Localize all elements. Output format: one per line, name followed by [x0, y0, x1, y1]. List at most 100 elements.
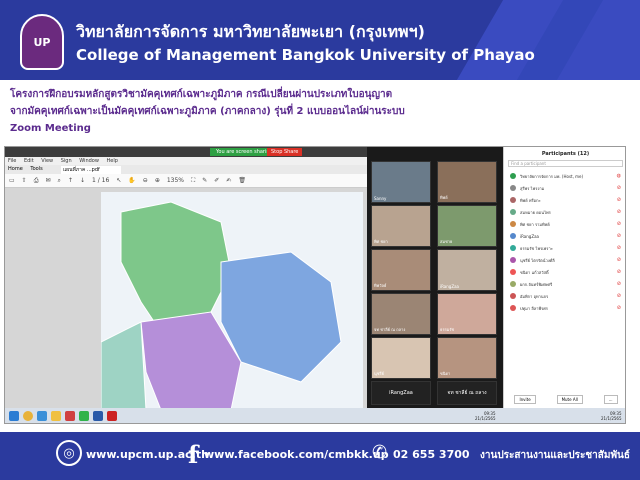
video-tile[interactable]: นุชรีย์ [371, 337, 431, 379]
facebook-link[interactable]: www.facebook.com/cmbkk.up [204, 448, 389, 461]
more-button[interactable]: ... [603, 395, 618, 404]
print-icon[interactable]: ⎙ [34, 177, 39, 185]
participant-item[interactable]: อัมพิกา อุทานจร ⊘ [504, 290, 625, 302]
zoom-out-icon[interactable]: ⊖ [143, 177, 148, 184]
chrome-icon[interactable] [23, 410, 33, 421]
menu-view[interactable]: View [41, 158, 53, 164]
participant-item[interactable]: ปทุมา ลีลาพีรศร ⊘ [504, 302, 625, 314]
video-tile[interactable]: ชนิดา [437, 337, 497, 379]
tab-tools[interactable]: Tools [30, 166, 42, 172]
pointer-icon[interactable]: ↖ [116, 177, 121, 184]
stop-share-button[interactable]: Stop Share [267, 148, 303, 156]
upload-icon[interactable]: ⇧ [22, 177, 27, 184]
word-icon[interactable] [93, 410, 103, 421]
video-namecard[interactable]: จท ชาลีย์ ณ ถลาง [437, 381, 497, 405]
participant-name: ปทุมา ลีลาพีรศร [520, 305, 548, 311]
university-logo: UP [20, 14, 64, 70]
sign-icon[interactable]: ✍ [226, 177, 231, 184]
line-icon[interactable] [79, 410, 89, 421]
participant-actions: Invite Mute All ... [504, 395, 625, 404]
video-name: iRangZaa [440, 284, 459, 289]
mic-muted-icon[interactable]: ⊘ [617, 305, 621, 311]
participant-item[interactable]: ทิพย์ หรือกะ ⊘ [504, 194, 625, 206]
participant-item[interactable]: นุชรีย์ ไตรรัตน์วงศ์ลี ⊘ [504, 254, 625, 266]
folder-icon[interactable] [51, 410, 61, 421]
participant-item[interactable]: สุรีพร ไพรงาม ⊘ [504, 182, 625, 194]
save-icon[interactable]: ▭ [9, 177, 15, 184]
mute-all-button[interactable]: Mute All [556, 395, 583, 404]
page-indicator[interactable]: 1 / 16 [92, 177, 109, 184]
page-down-icon[interactable]: ↓ [80, 177, 85, 184]
caption-line-1: โครงการฝึกอบรมหลักสูตรวิชามัคคุเทศก์เฉพา… [10, 89, 393, 100]
mic-muted-icon[interactable]: ⊘ [617, 233, 621, 239]
tab-home[interactable]: Home [8, 166, 23, 172]
comment-icon[interactable]: ✎ [202, 177, 207, 184]
menu-file[interactable]: File [8, 158, 16, 164]
delete-icon[interactable]: 🗑 [238, 177, 246, 184]
media-icon[interactable] [65, 410, 75, 421]
mic-muted-icon[interactable]: ⊘ [617, 209, 621, 215]
participant-item[interactable]: สมหมาย ดอนไพร ⊘ [504, 206, 625, 218]
mail-icon[interactable]: ✉ [46, 177, 51, 184]
mic-muted-icon[interactable]: ⊘ [617, 245, 621, 251]
video-tile[interactable]: ธรรมรัช [437, 293, 497, 335]
video-tile[interactable]: พิศ ชยา [371, 205, 431, 247]
video-tile[interactable]: iRangZaa [437, 249, 497, 291]
video-tile[interactable]: ทิพย์ [437, 161, 497, 203]
zoom-in-icon[interactable]: ⊕ [155, 177, 160, 184]
mic-muted-icon[interactable]: ⊘ [617, 257, 621, 263]
menu-window[interactable]: Window [79, 158, 99, 164]
participant-name: อัมพิกา อุทานจร [520, 293, 549, 299]
participant-item[interactable]: ธรรมรัช ไพรเพราะ ⊘ [504, 242, 625, 254]
map-page [101, 192, 363, 410]
video-name: ทิพวัลย์ [374, 283, 387, 288]
avatar [510, 293, 516, 299]
hand-icon[interactable]: ✋ [128, 177, 135, 184]
mic-muted-icon[interactable]: ⊘ [617, 221, 621, 227]
menu-edit[interactable]: Edit [24, 158, 34, 164]
avatar [510, 257, 516, 263]
taskbar-clock-left[interactable]: 09:35 21/1/2565 [475, 411, 496, 421]
participants-panel: Participants (12) Find a participant วิท… [503, 147, 625, 410]
avatar [510, 233, 516, 239]
participant-item[interactable]: iRangZaa ⊘ [504, 230, 625, 242]
participants-title: Participants (12) [541, 151, 590, 157]
video-tile[interactable]: Sanny [371, 161, 431, 203]
participant-name: ชนิดา แก้วสวัสดิ์ [520, 269, 549, 275]
mic-icon[interactable]: ◍ [617, 173, 621, 179]
mic-muted-icon[interactable]: ⊘ [617, 281, 621, 287]
page-up-icon[interactable]: ↑ [68, 177, 73, 184]
globe-icon: ◎ [56, 440, 82, 466]
thailand-central-map [101, 192, 363, 410]
video-name: ทิพย์ [440, 195, 448, 200]
pdf-viewer[interactable] [5, 188, 367, 410]
mic-muted-icon[interactable]: ⊘ [617, 293, 621, 299]
participant-item[interactable]: วิทยาลัยการจัดการ มพ. (Host, me) ◍ [504, 170, 625, 182]
menu-sign[interactable]: Sign [61, 158, 72, 164]
search-icon[interactable]: ⌕ [58, 177, 61, 185]
video-tile[interactable]: จท ชาลีย์ ณ ถลาง [371, 293, 431, 335]
video-namecard[interactable]: iRangZaa [371, 381, 431, 405]
avatar [510, 185, 516, 191]
menu-help[interactable]: Help [107, 158, 118, 164]
participant-name: วิทยาลัยการจัดการ มพ. (Host, me) [520, 173, 584, 179]
participant-item[interactable]: พิศ ชยา รามทิพย์ ⊘ [504, 218, 625, 230]
video-tile[interactable]: สมชาย [437, 205, 497, 247]
fit-page-icon[interactable]: ⛶ [191, 177, 195, 185]
participant-name: นุชรีย์ ไตรรัตน์วงศ์ลี [520, 257, 555, 263]
participant-search-input[interactable]: Find a participant [508, 160, 623, 167]
highlight-icon[interactable]: ✐ [214, 177, 219, 184]
mic-muted-icon[interactable]: ⊘ [617, 185, 621, 191]
mic-muted-icon[interactable]: ⊘ [617, 197, 621, 203]
participant-item[interactable]: ชนิดา แก้วสวัสดิ์ ⊘ [504, 266, 625, 278]
participant-item[interactable]: ผกก.จันทร์พิเศษศรี ⊘ [504, 278, 625, 290]
start-icon[interactable] [9, 410, 19, 421]
mic-muted-icon[interactable]: ⊘ [617, 269, 621, 275]
acrobat-icon[interactable] [107, 410, 117, 421]
invite-button[interactable]: Invite [514, 395, 536, 404]
video-tile[interactable]: ทิพวัลย์ [371, 249, 431, 291]
zoom-level[interactable]: 135% [167, 177, 184, 184]
tab-document[interactable]: แผนที่ภาค ...pdf [61, 166, 121, 174]
taskbar-clock-right[interactable]: 09:35 21/1/2565 [601, 411, 622, 421]
ie-icon[interactable] [37, 410, 47, 421]
